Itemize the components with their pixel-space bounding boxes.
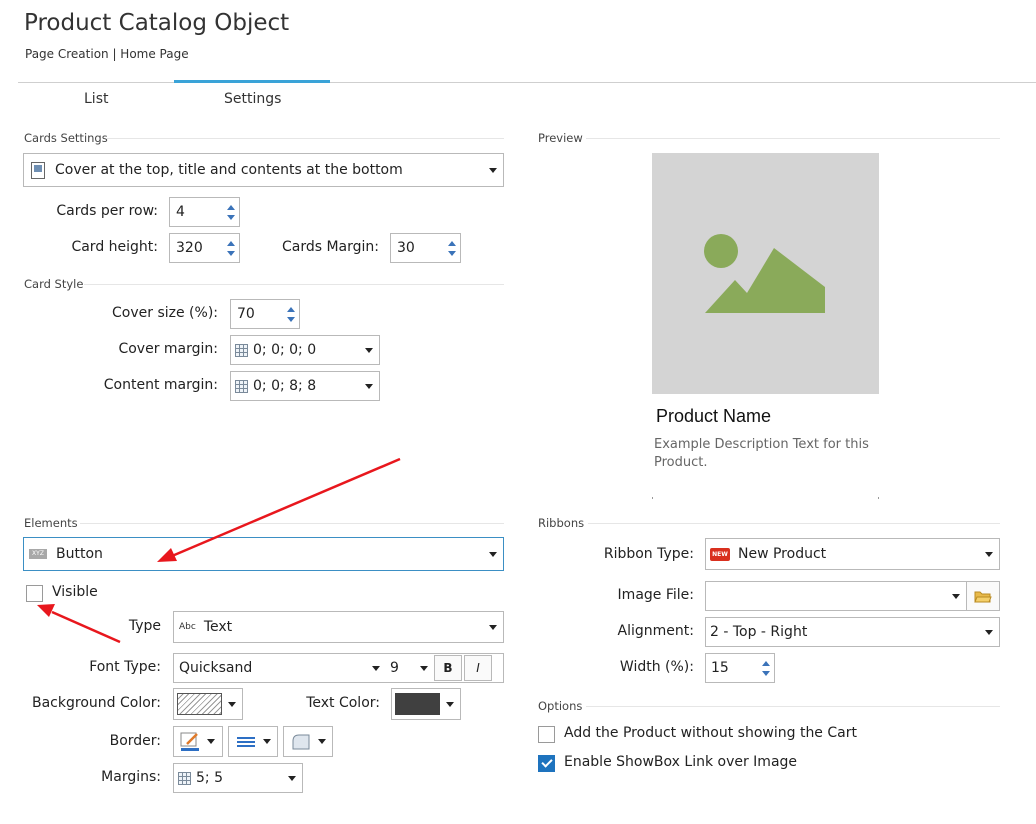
arrow-to-element-dropdown bbox=[157, 457, 401, 562]
arrow-to-visible-checkbox bbox=[37, 604, 121, 644]
annotation-arrows bbox=[37, 457, 401, 644]
